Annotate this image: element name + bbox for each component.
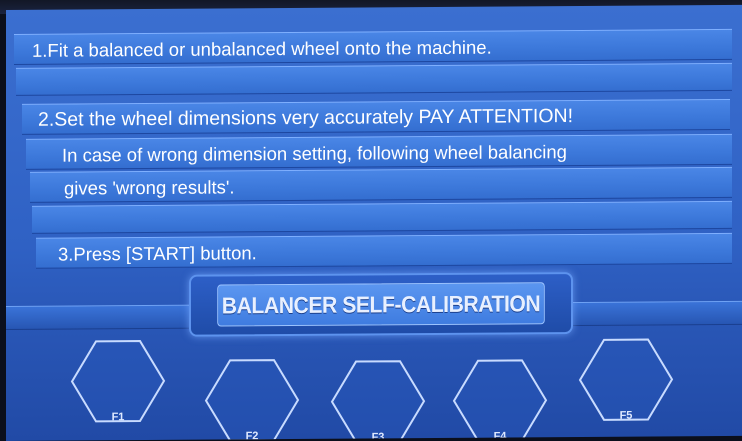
instruction-line-2: 2.Set the wheel dimensions very accurate… xyxy=(22,98,730,135)
f5-key[interactable]: F5 xyxy=(576,335,676,424)
f4-label: F4 xyxy=(493,430,507,441)
f1-label: F1 xyxy=(111,411,125,424)
instruction-line-1: 1.Fit a balanced or unbalanced wheel ont… xyxy=(14,28,732,65)
calibration-screen: 1.Fit a balanced or unbalanced wheel ont… xyxy=(6,4,742,441)
hexagon-key-icon xyxy=(204,359,300,441)
instruction-line-4: gives 'wrong results'. xyxy=(30,166,732,203)
f1-key[interactable]: F1 xyxy=(68,337,168,426)
hexagon-key-icon xyxy=(452,359,548,441)
instruction-line-3: In case of wrong dimension setting, foll… xyxy=(26,133,732,170)
f3-label: F3 xyxy=(371,431,385,441)
f2-label: F2 xyxy=(245,430,259,441)
instruction-line-blank-1 xyxy=(16,62,732,96)
instruction-line-5: 3.Press [START] button. xyxy=(36,232,732,269)
instruction-line-blank-2 xyxy=(32,200,732,234)
f2-key[interactable]: F2 xyxy=(202,356,302,441)
screen-title: BALANCER SELF-CALIBRATION xyxy=(217,282,545,327)
f4-key[interactable]: F4 xyxy=(450,356,550,441)
f3-key[interactable]: F3 xyxy=(328,357,428,441)
title-panel: BALANCER SELF-CALIBRATION xyxy=(189,272,573,337)
hexagon-key-icon xyxy=(330,360,426,441)
f5-label: F5 xyxy=(619,409,633,422)
